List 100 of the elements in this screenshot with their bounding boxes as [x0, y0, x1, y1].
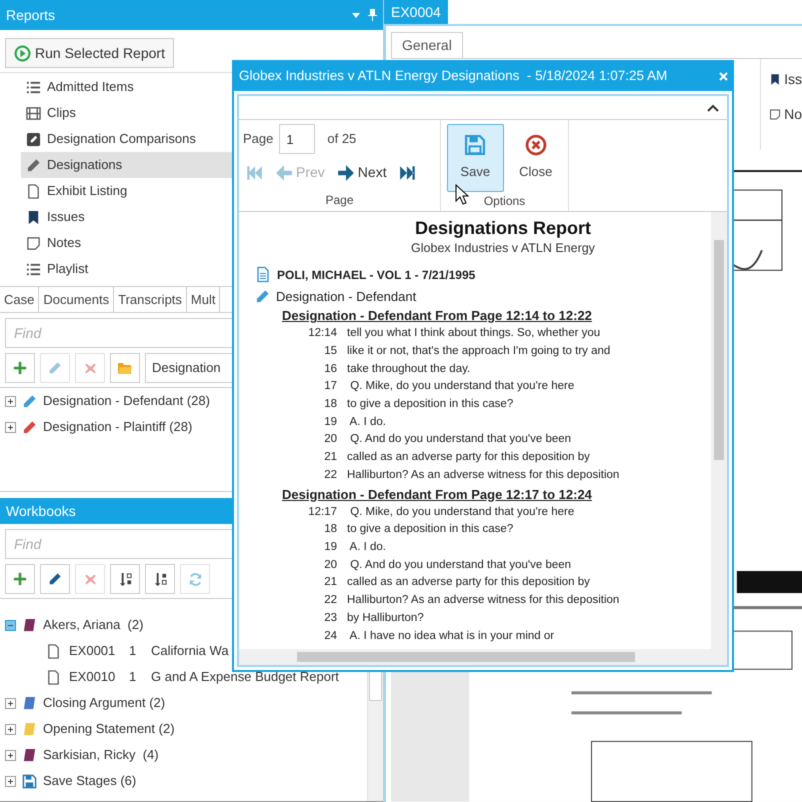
line-number: 12:17	[307, 504, 337, 520]
line-number: 17	[323, 379, 337, 394]
folder-icon	[117, 360, 133, 376]
tree-item[interactable]: Sarkisian, Ricky (4)	[0, 742, 365, 768]
scrollbar[interactable]	[239, 649, 727, 665]
line-number: 22	[323, 468, 337, 483]
section-heading: Designation - Defendant From Page 12:17 to 12:24	[282, 486, 593, 504]
line-number: 23	[323, 610, 337, 626]
add-button[interactable]	[5, 353, 35, 383]
first-page-icon	[245, 164, 263, 182]
transcript-line: Halliburton? As an adverse witness for this deposition	[347, 593, 620, 608]
document-icon	[255, 266, 271, 284]
scrollbar[interactable]	[711, 212, 727, 649]
list-icon	[26, 262, 41, 276]
line-number: 19	[323, 540, 337, 555]
edit-button[interactable]	[40, 564, 70, 594]
side-item[interactable]: No	[769, 104, 802, 126]
deponent-heading: POLI, MICHAEL - VOL 1 - 7/21/1995	[277, 266, 476, 284]
expand-icon[interactable]	[5, 776, 16, 786]
transcript-line: called as an adverse party for this deposition by	[347, 575, 590, 590]
group-label: Page	[325, 192, 354, 209]
group-label: Options	[484, 193, 526, 210]
delete-icon	[84, 362, 96, 374]
tree-item[interactable]: Opening Statement (2)	[0, 716, 365, 742]
run-report-button[interactable]: Run Selected Report	[5, 38, 174, 68]
line-number: 18	[323, 397, 337, 412]
save-button[interactable]: Save	[447, 124, 504, 192]
pencil-icon	[48, 572, 62, 586]
dropdown-arrow-icon[interactable]	[352, 12, 360, 18]
tab[interactable]: General	[391, 32, 463, 58]
report-title: Designations Report	[414, 218, 592, 239]
book-icon	[22, 618, 37, 632]
panel-title: Workbooks	[6, 502, 76, 520]
note-icon	[26, 236, 41, 250]
tree-item[interactable]: EX0010 1 G and A Expense Budget Report	[0, 664, 365, 690]
edit-square-icon	[26, 132, 41, 146]
collapse-icon[interactable]	[5, 620, 16, 630]
sort-az-button[interactable]	[110, 564, 140, 594]
panel-title: Reports	[6, 6, 56, 25]
collapse-caret-icon[interactable]	[707, 104, 719, 112]
line-number: 22	[323, 593, 337, 608]
line-number: 21	[323, 450, 337, 466]
transcript-line: Q. And do you understand that you've been	[349, 432, 572, 448]
transcript-line: Halliburton? As an adverse witness for this deposition	[347, 468, 620, 483]
line-number: 16	[323, 362, 337, 377]
book-icon	[22, 722, 37, 736]
bookmark-icon	[769, 72, 782, 88]
sort-ascending-icon	[118, 572, 132, 586]
designation-heading: Designation - Defendant	[276, 288, 416, 306]
transcript-line: Q. And do you understand that you've been	[349, 558, 572, 573]
last-page-icon	[398, 164, 417, 182]
line-number: 19	[323, 414, 337, 430]
page-icon	[26, 184, 41, 198]
tree-item[interactable]: Save Stages (6)	[0, 768, 365, 794]
line-number: 21	[323, 575, 337, 590]
pencil-icon	[22, 420, 37, 434]
right-arrow-icon	[336, 164, 355, 182]
close-button[interactable]: Close	[508, 124, 564, 192]
page-icon	[46, 644, 61, 658]
pencil-icon	[48, 361, 62, 375]
page-total: of 25	[327, 130, 356, 148]
pencil-icon	[255, 289, 270, 304]
sort-descending-icon	[152, 572, 168, 586]
pin-icon[interactable]	[368, 9, 377, 21]
report-item[interactable]: Notes	[21, 230, 383, 256]
line-number: 12:14	[307, 326, 337, 342]
note-icon	[769, 107, 782, 122]
tree-item[interactable]: Closing Argument (2)	[0, 690, 365, 716]
close-circle-icon	[524, 134, 547, 156]
page-label: Page	[243, 130, 274, 148]
expand-icon[interactable]	[5, 396, 16, 406]
line-number: 20	[323, 432, 337, 448]
side-item[interactable]: Iss	[769, 69, 802, 90]
play-icon	[14, 44, 31, 62]
report-item[interactable]: Clips	[21, 100, 383, 126]
transcript-line: to give a deposition in this case?	[347, 397, 514, 412]
transcript-line: Q. Mike, do you understand that you're here	[349, 504, 574, 520]
page-number-field[interactable]: 1	[279, 124, 316, 154]
book-icon	[22, 748, 37, 762]
pencil-icon	[26, 158, 41, 172]
film-icon	[26, 106, 41, 120]
expand-icon[interactable]	[5, 750, 16, 760]
transcript-line: Q. Mike, do you understand that you're here	[349, 379, 574, 394]
expand-icon[interactable]	[5, 422, 16, 432]
report-subtitle: Globex Industries v ATLN Energy	[410, 240, 596, 257]
add-button[interactable]	[5, 564, 35, 594]
expand-icon[interactable]	[5, 724, 16, 734]
expand-icon[interactable]	[5, 698, 16, 708]
delete-icon	[84, 572, 96, 586]
page-icon	[46, 670, 61, 684]
sort-za-button[interactable]	[145, 564, 175, 594]
dialog-title: Globex Industries v ATLN Energy Designations - 5/18/2024 1:07:25 AM	[239, 67, 668, 86]
transcript-line: A. I do.	[348, 414, 386, 430]
line-number: 20	[323, 558, 337, 573]
cursor-icon	[455, 184, 469, 206]
transcript-line: by Halliburton?	[347, 610, 424, 626]
add-icon	[13, 361, 27, 375]
close-icon[interactable]	[719, 72, 728, 81]
add-icon	[13, 572, 27, 586]
bookmark-icon	[26, 210, 41, 224]
